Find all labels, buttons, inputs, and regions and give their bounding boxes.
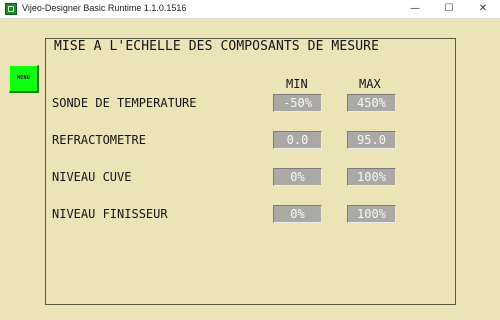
window-title: Vijeo-Designer Basic Runtime 1.1.0.1516 [22,3,187,13]
max-column-header: MAX [359,77,381,91]
refractometer-max-field[interactable]: 95.0 [347,131,396,149]
vijeo-app-icon [5,3,17,15]
temperature-probe-max-field[interactable]: 450% [347,94,396,112]
refractometer-label: REFRACTOMETRE [52,133,146,147]
runtime-window: Vijeo-Designer Basic Runtime 1.1.0.1516 … [0,0,500,320]
tank-level-label: NIVEAU CUVE [52,170,132,184]
finisher-level-label: NIVEAU FINISSEUR [52,207,168,221]
page-title: MISE A L'ECHELLE DES COMPOSANTS DE MESUR… [54,39,379,54]
title-bar: Vijeo-Designer Basic Runtime 1.1.0.1516 … [0,0,500,19]
maximize-icon[interactable]: ☐ [432,0,466,18]
close-icon[interactable]: ✕ [466,0,500,18]
tank-level-max-field[interactable]: 100% [347,168,396,186]
menu-button[interactable]: MENU [9,65,39,93]
finisher-level-min-field[interactable]: 0% [273,205,322,223]
min-column-header: MIN [286,77,308,91]
temperature-probe-label: SONDE DE TEMPERATURE [52,96,197,110]
minimize-icon[interactable]: — [398,0,432,18]
refractometer-min-field[interactable]: 0.0 [273,131,322,149]
temperature-probe-min-field[interactable]: -50% [273,94,322,112]
tank-level-min-field[interactable]: 0% [273,168,322,186]
finisher-level-max-field[interactable]: 100% [347,205,396,223]
